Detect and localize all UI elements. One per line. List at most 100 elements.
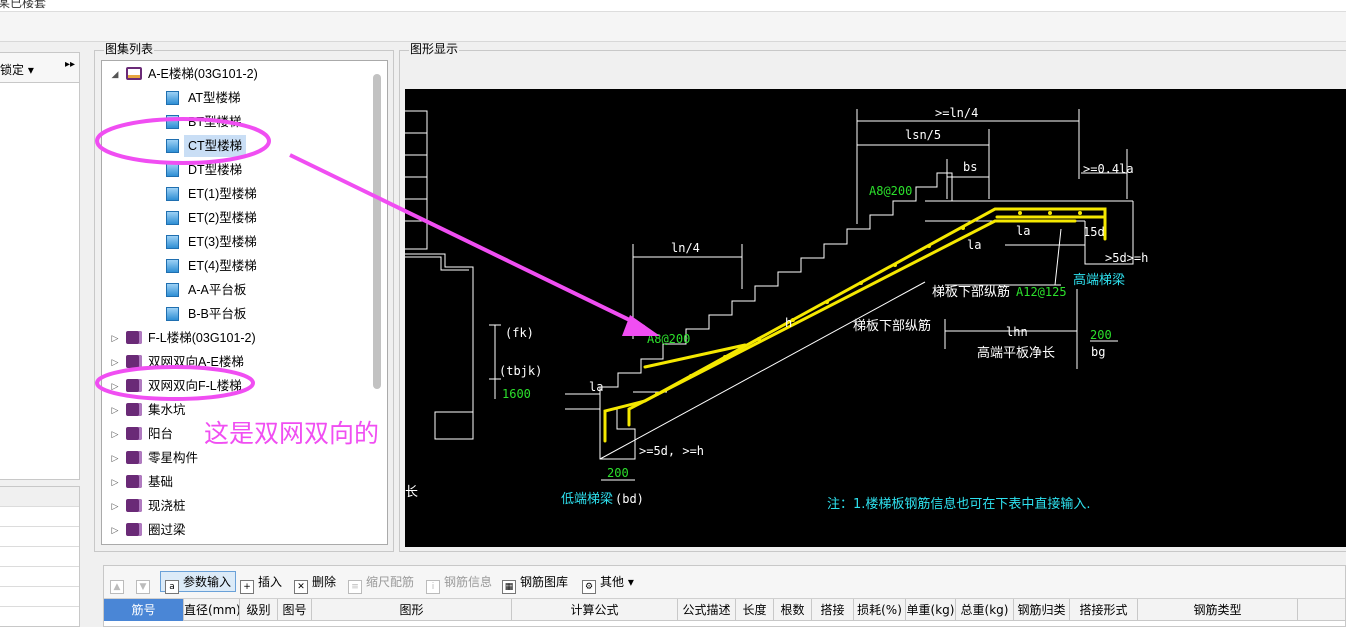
atlas-book-icon: [126, 379, 142, 392]
tree-item[interactable]: ET(1)型楼梯: [102, 183, 372, 205]
tree-item[interactable]: ▷ 零星构件: [102, 447, 372, 469]
drawing-sheet-icon: [166, 91, 179, 105]
toolbar-button[interactable]: i 钢筋信息: [426, 572, 493, 594]
expand-toggle-icon[interactable]: ◢: [110, 63, 120, 85]
grid-column-header[interactable]: 筋号: [104, 599, 184, 621]
toolbar-label: 插入: [258, 575, 283, 589]
toolbar-button[interactable]: a 参数输入: [160, 571, 237, 594]
tree-item[interactable]: A-A平台板: [102, 279, 372, 301]
label-lhn: lhn: [1006, 325, 1028, 339]
label-h: h: [785, 316, 792, 330]
tree-item[interactable]: ET(2)型楼梯: [102, 207, 372, 229]
tree-item[interactable]: AT型楼梯: [102, 87, 372, 109]
grid-column-header[interactable]: 计算公式: [512, 599, 678, 621]
expand-toggle-icon[interactable]: ▷: [110, 423, 120, 445]
toolbar-label: 删除: [312, 575, 337, 589]
label-a8-200-b: A8@200: [647, 332, 690, 346]
grid-column-header[interactable]: 图号: [278, 599, 312, 621]
toolbar-icon: a: [165, 580, 179, 594]
atlas-scrollbar[interactable]: [373, 74, 381, 389]
tree-item[interactable]: ▷ 基础: [102, 471, 372, 493]
atlas-tree[interactable]: ◢ A-E楼梯(03G101-2) AT型楼梯 BT型楼梯 CT型楼梯 DT型楼梯 ET(1…: [101, 60, 388, 545]
grid-column-header[interactable]: 直径(mm): [184, 599, 240, 621]
toolbar-button[interactable]: ✕ 删除: [294, 572, 337, 594]
tree-item[interactable]: ◢ A-E楼梯(03G101-2): [102, 63, 372, 85]
drawing-sheet-icon: [166, 139, 179, 153]
toolbar-icon: ⚙: [582, 580, 596, 594]
drawing-sheet-icon: [166, 163, 179, 177]
expand-toggle-icon[interactable]: ▷: [110, 327, 120, 349]
grid-column-header[interactable]: 图形: [312, 599, 512, 621]
label-tbjk: (tbjk): [499, 364, 542, 378]
toolbar-button[interactable]: ≡ 缩尺配筋: [348, 572, 415, 594]
tree-item[interactable]: CT型楼梯: [102, 135, 372, 157]
grid-column-header[interactable]: 级别: [240, 599, 278, 621]
tree-item[interactable]: ▷ 圈过梁: [102, 519, 372, 541]
atlas-book-icon: [126, 331, 142, 344]
tree-item[interactable]: ▷ 双网双向A-E楼梯: [102, 351, 372, 373]
atlas-book-icon: [126, 475, 142, 488]
stair-drawing-canvas[interactable]: >=ln/4 lsn/5 bs >=0.4la A8@200 15d >5d>=…: [405, 89, 1346, 547]
tree-item[interactable]: ▷ F-L楼梯(03G101-2): [102, 327, 372, 349]
grid-column-header[interactable]: 总重(kg): [956, 599, 1014, 621]
label-high-beam: 高端梯梁: [1073, 272, 1125, 288]
toolbar-button[interactable]: ⚙ 其他 ▾: [582, 572, 634, 594]
tree-item-label: A-A平台板: [188, 283, 247, 297]
tree-item[interactable]: B-B平台板: [102, 303, 372, 325]
left-panel: 锁定 ▾ ▸▸: [0, 52, 80, 480]
left-table: [0, 486, 80, 627]
grid-column-header[interactable]: 单重(kg): [906, 599, 956, 621]
label-a12-125: A12@125: [1016, 285, 1067, 299]
tree-item[interactable]: DT型楼梯: [102, 159, 372, 181]
toolbar-button[interactable]: + 插入: [240, 572, 283, 594]
toolbar-label: 钢筋信息: [444, 575, 493, 589]
expand-toggle-icon[interactable]: ▷: [110, 471, 120, 493]
tree-item[interactable]: ▷ 现浇桩: [102, 495, 372, 517]
expand-toggle-icon[interactable]: ▷: [110, 447, 120, 469]
grid-header: 筋号 直径(mm) 级别 图号 图形 计算公式 公式描述 长度 根数 搭接 损耗(%) 单重(kg) 总…: [104, 599, 1345, 621]
grid-column-header[interactable]: 长度: [736, 599, 774, 621]
grid-column-header[interactable]: 搭接: [812, 599, 854, 621]
window-title-strip: 某已楼套: [0, 0, 1346, 12]
stair-drawing: >=ln/4 lsn/5 bs >=0.4la A8@200 15d >5d>=…: [405, 106, 1148, 512]
label-fk: (fk): [505, 326, 534, 340]
label-15d: 15d: [1083, 225, 1105, 239]
expand-toggle-icon[interactable]: ▷: [110, 375, 120, 397]
lock-dropdown[interactable]: 锁定 ▾: [0, 61, 34, 78]
toolbar-label: 缩尺配筋: [366, 575, 415, 589]
annotation-text: 这是双网双向的: [204, 419, 380, 448]
toolbar-button[interactable]: ▦ 钢筋图库: [502, 572, 568, 594]
left-panel-header: 锁定 ▾ ▸▸: [0, 53, 79, 83]
label-la041: >=0.4la: [1083, 162, 1134, 176]
grid-column-header[interactable]: 公式描述: [678, 599, 736, 621]
tree-item-label: A-E楼梯(03G101-2): [148, 67, 258, 81]
toolbar-icon: ▲: [110, 580, 124, 594]
grid-column-header[interactable]: 钢筋归类: [1014, 599, 1070, 621]
ribbon-band: [0, 12, 1346, 42]
tree-item[interactable]: ▷ 双网双向F-L楼梯: [102, 375, 372, 397]
expand-toggle-icon[interactable]: ▷: [110, 495, 120, 517]
grid-column-header[interactable]: 钢筋类型: [1138, 599, 1298, 621]
tree-item-label: 零星构件: [148, 451, 199, 465]
grid-column-header[interactable]: 搭接形式: [1070, 599, 1138, 621]
drawing-sheet-icon: [166, 235, 179, 249]
tree-item[interactable]: BT型楼梯: [102, 111, 372, 133]
label-bottom-bar: 梯板下部纵筋: [932, 284, 1010, 300]
expand-toggle-icon[interactable]: ▷: [110, 351, 120, 373]
toolbar-button[interactable]: ▼: [136, 572, 154, 594]
grid-column-header[interactable]: 根数: [774, 599, 812, 621]
label-200-left: 200: [607, 466, 629, 480]
drawing-note: 注：1.楼梯板钢筋信息也可在下表中直接输入.: [827, 496, 1091, 512]
tree-item[interactable]: ET(3)型楼梯: [102, 231, 372, 253]
toolbar-button[interactable]: ▲: [110, 572, 128, 594]
label-la-b: la: [967, 238, 981, 252]
atlas-book-icon: [126, 355, 142, 368]
collapse-arrows-icon[interactable]: ▸▸: [65, 59, 75, 70]
grid-column-header[interactable]: 损耗(%): [854, 599, 906, 621]
toolbar-icon: ✕: [294, 580, 308, 594]
expand-toggle-icon[interactable]: ▷: [110, 399, 120, 421]
toolbar-icon: +: [240, 580, 254, 594]
tree-item[interactable]: ET(4)型楼梯: [102, 255, 372, 277]
expand-toggle-icon[interactable]: ▷: [110, 519, 120, 541]
label-ln4-mid: ln/4: [671, 241, 700, 255]
